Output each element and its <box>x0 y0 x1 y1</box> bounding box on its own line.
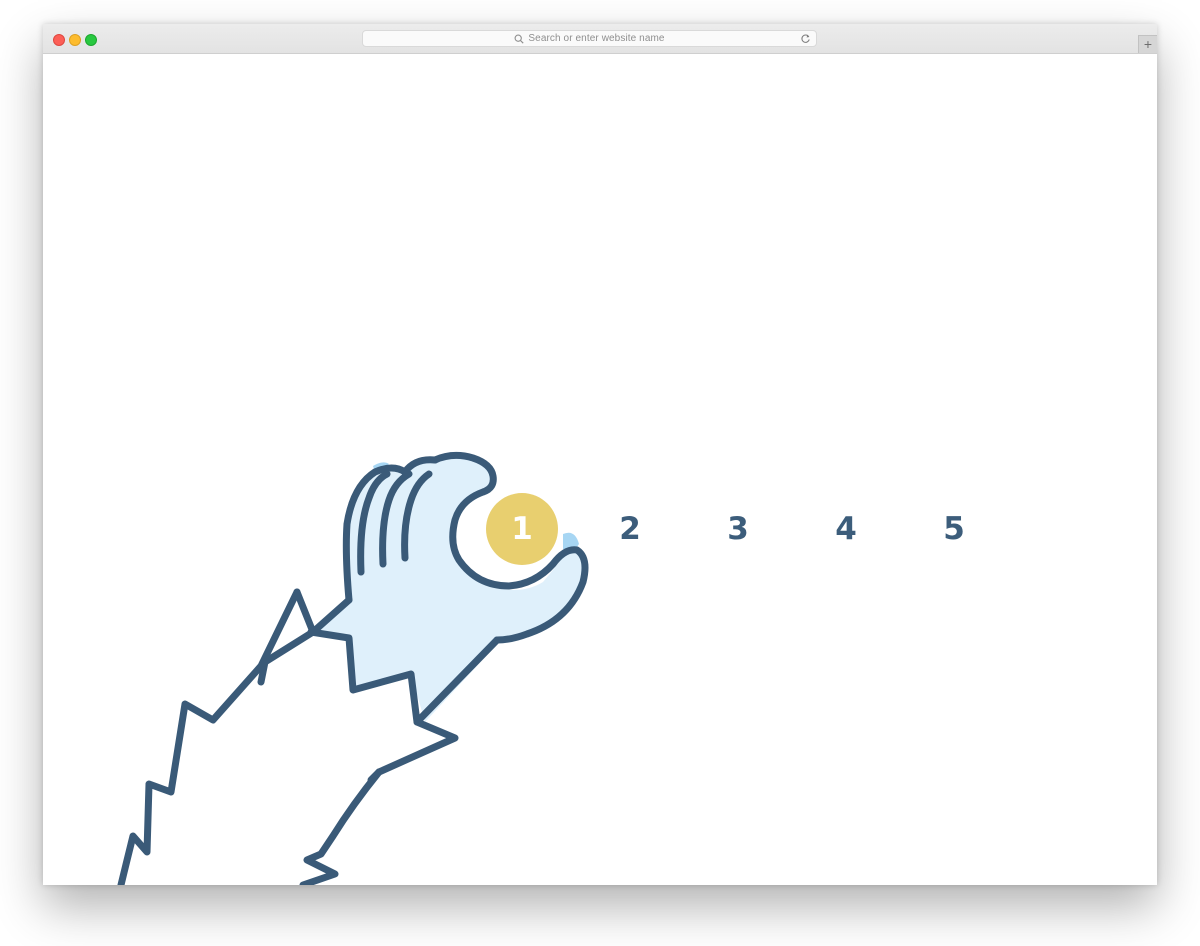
zoom-window-button[interactable] <box>85 34 97 46</box>
browser-toolbar: Search or enter website name + <box>43 24 1157 54</box>
page-content: 1 2 3 4 5 <box>43 54 1157 885</box>
rating-option-4[interactable]: 4 <box>810 493 882 565</box>
address-bar-inner: Search or enter website name <box>363 31 816 46</box>
rating-option-1[interactable]: 1 <box>486 493 558 565</box>
address-bar[interactable]: Search or enter website name <box>362 30 817 47</box>
new-tab-button[interactable]: + <box>1138 35 1157 53</box>
minimize-window-button[interactable] <box>69 34 81 46</box>
star-rating-widget: 1 2 3 4 5 <box>486 491 976 567</box>
rating-option-5[interactable]: 5 <box>918 493 990 565</box>
rating-option-3[interactable]: 3 <box>702 493 774 565</box>
browser-window: Search or enter website name + 1 2 3 4 5 <box>43 24 1157 885</box>
reload-icon[interactable] <box>800 33 811 44</box>
rating-option-2[interactable]: 2 <box>594 493 666 565</box>
address-bar-placeholder: Search or enter website name <box>528 33 665 44</box>
close-window-button[interactable] <box>53 34 65 46</box>
furry-hand-icon <box>117 451 589 885</box>
search-icon <box>514 34 525 44</box>
